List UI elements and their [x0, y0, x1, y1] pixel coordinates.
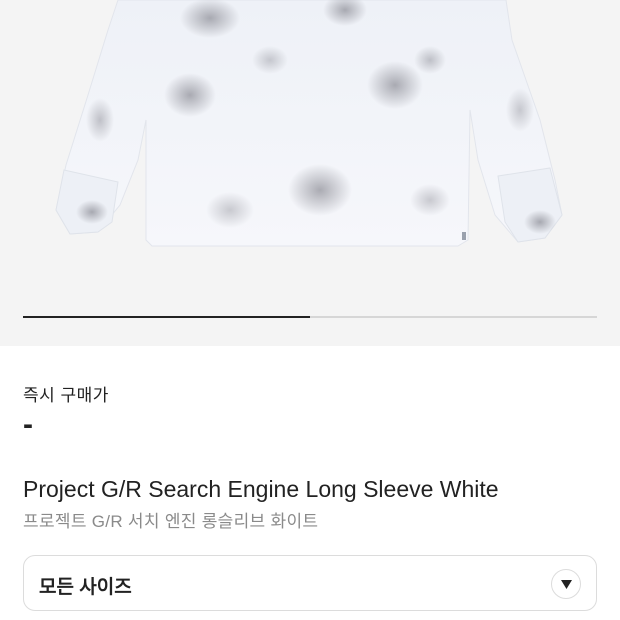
product-image[interactable] [0, 0, 620, 300]
product-subtitle: 프로젝트 G/R 서치 엔진 롱슬리브 화이트 [23, 512, 319, 531]
product-image-area[interactable] [0, 0, 620, 346]
size-select[interactable]: 모든 사이즈 [23, 555, 597, 611]
product-title: Project G/R Search Engine Long Sleeve Wh… [23, 476, 499, 502]
gallery-progress-fill [23, 316, 310, 318]
size-select-label: 모든 사이즈 [39, 577, 132, 598]
chevron-down-icon[interactable] [551, 569, 581, 599]
gallery-progress-track [23, 316, 597, 318]
instant-buy-price-label: 즉시 구매가 [23, 386, 109, 405]
instant-buy-price-value: - [23, 408, 33, 441]
